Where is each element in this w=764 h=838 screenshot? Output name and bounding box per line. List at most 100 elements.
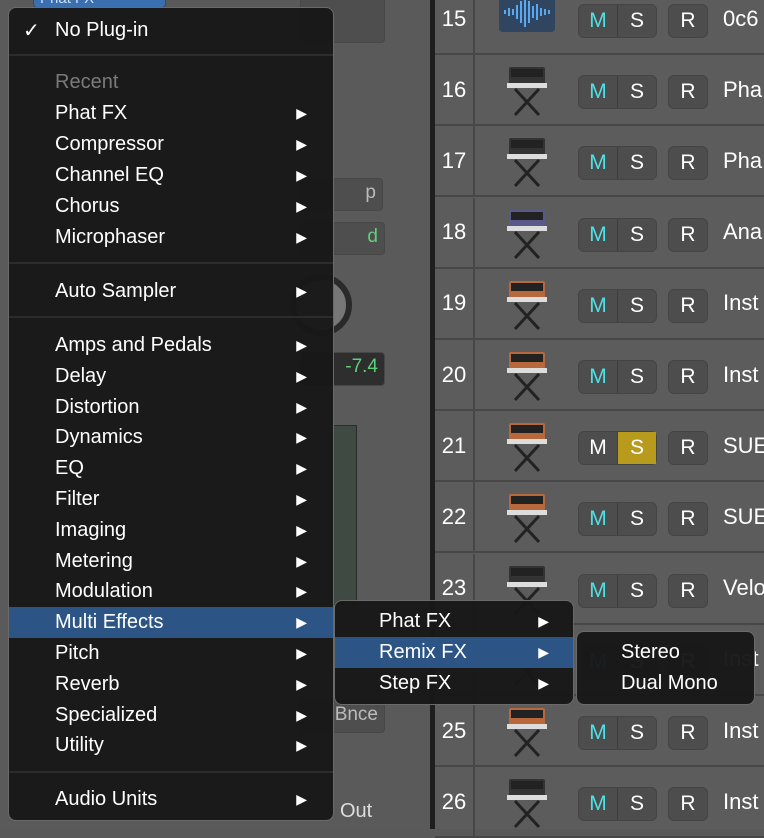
track-name[interactable]: SUE xyxy=(723,411,764,480)
record-button[interactable]: R xyxy=(668,431,708,466)
track-name[interactable]: Ana xyxy=(723,198,762,267)
menu-item-recent[interactable]: Compressor ▶ xyxy=(9,129,333,160)
synth-keyboard-icon xyxy=(499,704,555,760)
mute-solo-group: MS xyxy=(578,4,657,38)
track-row[interactable]: 26 M S R Inst xyxy=(435,767,764,838)
submenu-item-label: Step FX xyxy=(379,672,452,694)
menu-separator xyxy=(9,262,333,264)
track-number: 16 xyxy=(435,55,475,125)
menu-item-recent[interactable]: Phat FX ▶ xyxy=(9,98,333,129)
track-name[interactable]: Inst xyxy=(723,340,758,409)
mute-button[interactable]: M xyxy=(579,361,618,393)
mute-button[interactable]: M xyxy=(579,5,618,37)
submenu-item[interactable]: Remix FX ▶ xyxy=(335,637,573,668)
track-row[interactable]: 18 M S R Ana xyxy=(435,197,764,269)
track-name[interactable]: Pha xyxy=(723,126,762,195)
mute-button[interactable]: M xyxy=(579,503,618,536)
menu-item-category[interactable]: Amps and Pedals ▶ xyxy=(9,330,333,361)
track-name[interactable]: Inst xyxy=(723,767,758,836)
menu-item-no-plugin[interactable]: No Plug-in ✓ xyxy=(9,15,333,46)
menu-item-category[interactable]: Modulation ▶ xyxy=(9,576,333,607)
track-name[interactable]: Pha xyxy=(723,55,762,124)
track-name[interactable]: SUE xyxy=(723,482,764,551)
chevron-right-icon: ▶ xyxy=(296,337,307,353)
chevron-right-icon: ▶ xyxy=(296,583,307,600)
record-button[interactable]: R xyxy=(668,573,708,608)
track-row[interactable]: 19 M S R Inst xyxy=(435,268,764,340)
record-button[interactable]: R xyxy=(668,4,708,38)
submenu-item-label: Dual Mono xyxy=(621,672,718,694)
menu-item-recent[interactable]: Microphaser ▶ xyxy=(9,222,333,253)
mute-solo-group: MS xyxy=(578,716,657,750)
record-button[interactable]: R xyxy=(668,502,708,537)
solo-button[interactable]: S xyxy=(618,290,656,322)
submenu-item[interactable]: Stereo xyxy=(577,637,754,668)
menu-item-category[interactable]: Utility ▶ xyxy=(9,730,333,761)
menu-item-audio-units-label: Audio Units xyxy=(55,788,158,810)
menu-item-category-label: Dynamics xyxy=(55,426,143,449)
track-name[interactable]: Inst xyxy=(723,269,758,338)
menu-separator xyxy=(9,54,333,56)
menu-item-category[interactable]: Pitch ▶ xyxy=(9,638,333,669)
track-name[interactable]: 0c6 xyxy=(723,0,758,53)
menu-item-recent[interactable]: Chorus ▶ xyxy=(9,191,333,222)
output-label: Out xyxy=(340,800,373,822)
mute-button[interactable]: M xyxy=(579,574,618,607)
track-name[interactable]: Inst xyxy=(723,696,758,765)
menu-item-category[interactable]: Metering ▶ xyxy=(9,546,333,577)
menu-item-category[interactable]: Filter ▶ xyxy=(9,484,333,515)
menu-item-category[interactable]: Dynamics ▶ xyxy=(9,422,333,453)
menu-item-audio-units[interactable]: Audio Units ▶ xyxy=(9,784,333,815)
menu-item-category-label: Metering xyxy=(55,549,133,572)
record-button[interactable]: R xyxy=(668,288,708,323)
submenu-item[interactable]: Step FX ▶ xyxy=(335,668,573,699)
record-button[interactable]: R xyxy=(668,360,708,394)
multi-effects-submenu: Phat FX ▶ Remix FX ▶ Step FX ▶ xyxy=(334,600,574,705)
solo-button[interactable]: S xyxy=(618,717,656,749)
menu-item-category[interactable]: Reverb ▶ xyxy=(9,669,333,700)
solo-button[interactable]: S xyxy=(618,219,656,251)
record-button[interactable]: R xyxy=(668,75,708,110)
solo-button[interactable]: S xyxy=(618,503,656,535)
record-button[interactable]: R xyxy=(668,217,708,252)
solo-button[interactable]: S xyxy=(618,147,656,179)
mute-button[interactable]: M xyxy=(579,76,618,109)
menu-item-category[interactable]: Delay ▶ xyxy=(9,361,333,392)
menu-item-category[interactable]: EQ ▶ xyxy=(9,453,333,484)
track-row[interactable]: 15 M S R 0c6 xyxy=(435,0,764,55)
menu-item-category[interactable]: Multi Effects ▶ xyxy=(9,607,333,639)
track-row[interactable]: 22 M S R SUE xyxy=(435,482,764,554)
record-button[interactable]: R xyxy=(668,146,708,181)
solo-button[interactable]: S xyxy=(618,432,656,465)
track-row[interactable]: 16 M S R Pha xyxy=(435,55,764,127)
solo-button[interactable]: S xyxy=(618,76,656,108)
solo-button[interactable]: S xyxy=(618,788,656,820)
mute-button[interactable]: M xyxy=(579,218,618,251)
chevron-right-icon: ▶ xyxy=(296,491,307,507)
mute-button[interactable]: M xyxy=(579,717,618,749)
solo-button[interactable]: S xyxy=(618,575,656,607)
solo-button[interactable]: S xyxy=(618,5,656,37)
menu-item-auto-sampler[interactable]: Auto Sampler ▶ xyxy=(9,276,333,307)
track-name[interactable]: Velo xyxy=(723,554,764,623)
record-button[interactable]: R xyxy=(668,787,708,822)
track-row[interactable]: 17 M S R Pha xyxy=(435,126,764,198)
mute-solo-group: MS xyxy=(578,787,657,822)
track-row[interactable]: 20 M S R Inst xyxy=(435,340,764,411)
menu-item-recent[interactable]: Channel EQ ▶ xyxy=(9,160,333,191)
mute-button[interactable]: M xyxy=(579,788,618,821)
mute-button[interactable]: M xyxy=(579,432,618,465)
menu-item-category[interactable]: Distortion ▶ xyxy=(9,392,333,423)
submenu-item[interactable]: Dual Mono xyxy=(577,668,754,699)
menu-item-category[interactable]: Specialized ▶ xyxy=(9,700,333,731)
solo-button[interactable]: S xyxy=(618,361,656,393)
mute-button[interactable]: M xyxy=(579,147,618,180)
chevron-right-icon: ▶ xyxy=(538,613,549,629)
submenu-item[interactable]: Phat FX ▶ xyxy=(335,606,573,637)
record-button[interactable]: R xyxy=(668,716,708,750)
menu-item-category[interactable]: Imaging ▶ xyxy=(9,515,333,546)
mute-solo-group: MS xyxy=(578,502,657,537)
track-row[interactable]: 25 M S R Inst xyxy=(435,696,764,767)
track-row[interactable]: 21 M S R SUE xyxy=(435,411,764,483)
mute-button[interactable]: M xyxy=(579,289,618,322)
